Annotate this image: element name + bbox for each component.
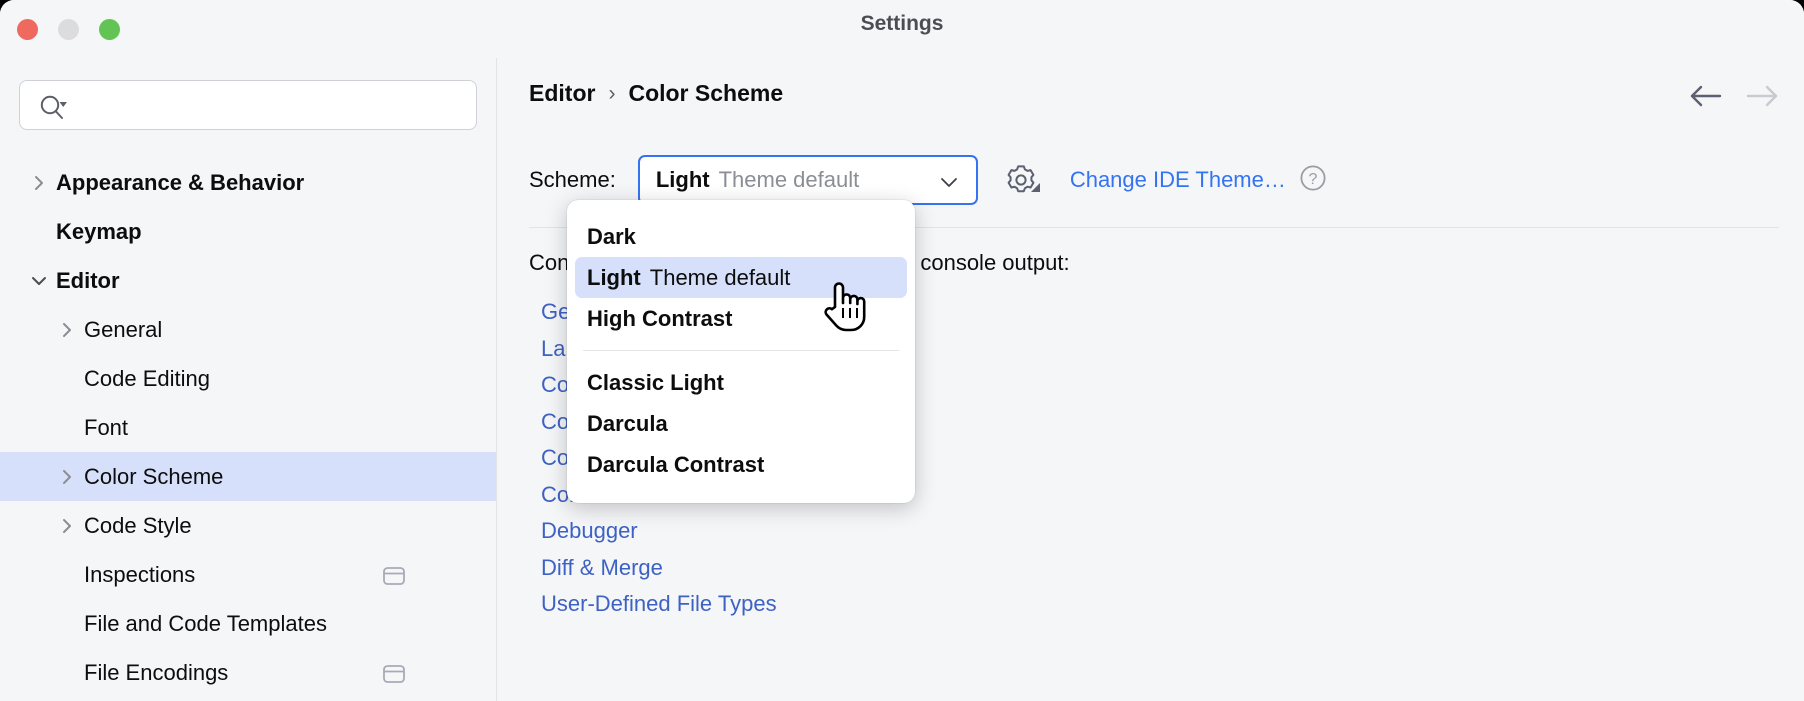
sidebar-item-code-editing[interactable]: Code Editing xyxy=(0,354,496,403)
chevron-right-icon[interactable] xyxy=(52,517,82,535)
sidebar-item-color-scheme[interactable]: Color Scheme xyxy=(0,452,496,501)
menu-item-light[interactable]: Light Theme default xyxy=(575,257,907,298)
gear-dropdown-triangle-icon xyxy=(1030,180,1041,198)
menu-item-label: Darcula xyxy=(587,410,668,436)
sidebar-item-label: General xyxy=(84,316,163,342)
sidebar-item-label: File Encodings xyxy=(84,659,229,685)
sidebar-item-label: Keymap xyxy=(56,218,142,244)
navigation-arrows xyxy=(1689,83,1779,114)
menu-item-label: High Contrast xyxy=(587,305,733,331)
chevron-down-icon[interactable] xyxy=(24,274,54,288)
settings-window: Settings Appearance & Behavior Keymap Edit… xyxy=(0,0,1804,701)
menu-item-dark[interactable]: Dark xyxy=(575,216,907,257)
sidebar-item-label: Font xyxy=(84,414,129,440)
menu-item-high-contrast[interactable]: High Contrast xyxy=(575,298,907,339)
scheme-dropdown-menu[interactable]: Dark Light Theme default High Contrast Class… xyxy=(567,200,915,503)
sidebar-item-label: Code Editing xyxy=(84,365,210,391)
sidebar-item-inspections[interactable]: Inspections xyxy=(0,550,496,599)
search-input[interactable] xyxy=(19,80,477,130)
color-scheme-link[interactable]: Diff & Merge xyxy=(541,550,777,587)
sidebar-item-code-style[interactable]: Code Style xyxy=(0,501,496,550)
sidebar-item-font[interactable]: Font xyxy=(0,403,496,452)
menu-item-classic-light[interactable]: Classic Light xyxy=(575,362,907,403)
sidebar-item-label: File and Code Templates xyxy=(84,610,327,636)
menu-separator xyxy=(583,350,899,351)
breadcrumb-parent[interactable]: Editor xyxy=(529,80,595,107)
sidebar-item-label: Appearance & Behavior xyxy=(56,169,305,195)
arrow-right-icon xyxy=(1745,83,1779,114)
settings-tree: Appearance & Behavior Keymap Editor General… xyxy=(0,158,496,701)
sidebar-item-general[interactable]: General xyxy=(0,305,496,354)
window-title: Settings xyxy=(860,12,944,35)
sidebar-item-file-and-code-templates[interactable]: File and Code Templates xyxy=(0,599,496,648)
menu-item-label: Light xyxy=(587,264,641,290)
scheme-combobox[interactable]: Light Theme default xyxy=(637,155,978,205)
scheme-row: Scheme: Light Theme default Change IDE T… xyxy=(529,155,1327,205)
menu-item-label: Dark xyxy=(587,223,636,249)
scheme-label: Scheme: xyxy=(529,167,616,192)
sidebar-item-label: Color Scheme xyxy=(84,463,224,489)
breadcrumb-separator-icon: › xyxy=(608,81,616,105)
chevron-down-icon[interactable] xyxy=(938,173,960,196)
menu-item-darcula[interactable]: Darcula xyxy=(575,403,907,444)
color-scheme-link[interactable]: User-Defined File Types xyxy=(541,586,777,623)
menu-item-label: Classic Light xyxy=(587,369,724,395)
color-scheme-link[interactable]: Debugger xyxy=(541,513,777,550)
breadcrumb: Editor › Color Scheme xyxy=(529,80,783,107)
chevron-right-icon[interactable] xyxy=(24,174,54,192)
sidebar-item-keymap[interactable]: Keymap xyxy=(0,207,496,256)
svg-text:?: ? xyxy=(1308,171,1317,188)
sidebar-item-editor[interactable]: Editor xyxy=(0,256,496,305)
arrow-left-icon[interactable] xyxy=(1689,83,1723,114)
scheme-value-sub: Theme default xyxy=(718,167,860,192)
sidebar-item-label: Code Style xyxy=(84,512,192,538)
menu-item-label: Darcula Contrast xyxy=(587,451,765,477)
settings-sidebar: Appearance & Behavior Keymap Editor General… xyxy=(0,58,497,701)
sidebar-item-label: Inspections xyxy=(84,561,196,587)
search-icon xyxy=(39,94,69,125)
question-mark-icon[interactable]: ? xyxy=(1299,164,1327,197)
sidebar-item-label: Editor xyxy=(56,267,120,293)
sidebar-item-appearance-behavior[interactable]: Appearance & Behavior xyxy=(0,158,496,207)
menu-item-sublabel: Theme default xyxy=(649,264,791,290)
title-bar: Settings xyxy=(0,0,1804,58)
breadcrumb-current: Color Scheme xyxy=(628,80,784,106)
project-scope-icon xyxy=(382,663,406,691)
scheme-settings-button[interactable] xyxy=(1004,163,1041,198)
menu-item-darcula-contrast[interactable]: Darcula Contrast xyxy=(575,444,907,485)
sidebar-item-file-encodings[interactable]: File Encodings xyxy=(0,648,496,697)
chevron-right-icon[interactable] xyxy=(52,321,82,339)
scheme-value-main: Light xyxy=(655,167,710,192)
project-scope-icon xyxy=(382,565,406,593)
chevron-right-icon[interactable] xyxy=(52,468,82,486)
change-ide-theme-link[interactable]: Change IDE Theme… xyxy=(1070,167,1286,193)
